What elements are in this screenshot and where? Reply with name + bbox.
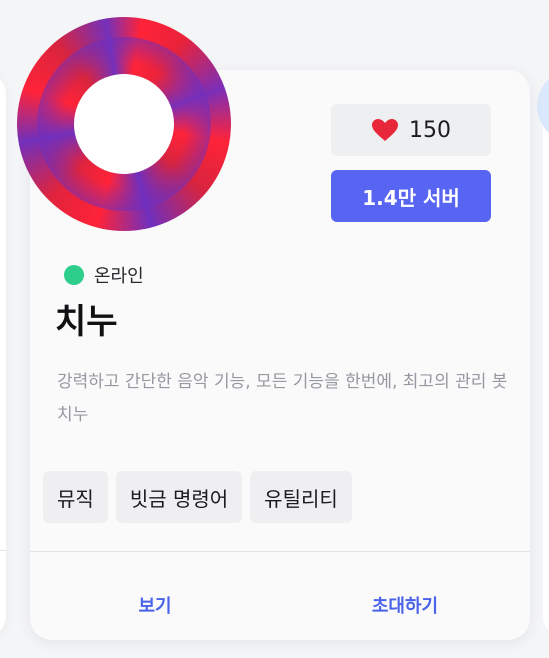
online-status-dot <box>64 265 84 285</box>
status-indicator: 온라인 <box>64 262 144 288</box>
server-count-badge[interactable]: 1.4만 서버 <box>331 170 491 222</box>
bot-description: 강력하고 간단한 음악 기능, 모든 기능을 한번에, 최고의 관리 봇 치누 <box>57 372 508 425</box>
bot-avatar[interactable] <box>17 17 231 231</box>
tag-utility[interactable]: 유틸리티 <box>250 471 352 523</box>
tag-list: 뮤직 빗금 명령어 유틸리티 <box>43 471 352 523</box>
next-bot-card[interactable] <box>543 72 549 638</box>
previous-bot-card[interactable] <box>0 72 6 638</box>
previous-card-divider <box>0 550 6 551</box>
heart-icon <box>372 119 398 141</box>
avatar-center <box>74 74 174 174</box>
status-label: 온라인 <box>94 266 144 287</box>
bot-list-viewport: 150 1.4만 서버 온라인 치누 강력하고 간단한 음악 기능, 모든 기능… <box>0 0 549 658</box>
bot-name[interactable]: 치누 <box>55 294 118 343</box>
tag-music[interactable]: 뮤직 <box>43 471 108 523</box>
invite-button[interactable]: 초대하기 <box>345 588 465 622</box>
card-footer-divider <box>30 551 530 552</box>
likes-count: 150 <box>409 117 451 143</box>
view-button[interactable]: 보기 <box>95 588 215 622</box>
likes-badge[interactable]: 150 <box>331 104 491 156</box>
tag-slash-commands[interactable]: 빗금 명령어 <box>115 471 243 523</box>
